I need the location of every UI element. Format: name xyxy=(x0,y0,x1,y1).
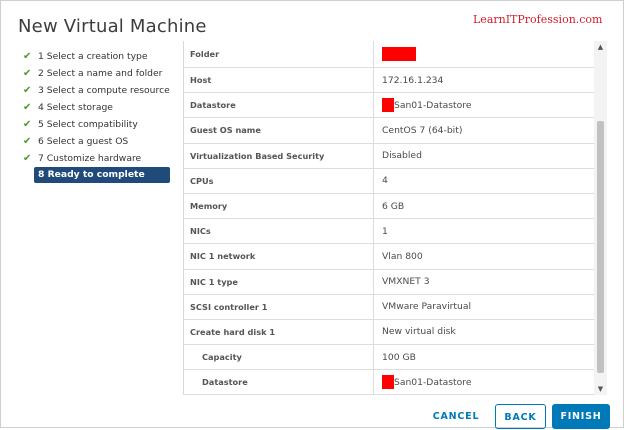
wizard-steps: ✔ 1 Select a creation type ✔ 2 Select a nam… xyxy=(23,48,173,183)
summary-row-value: 6 GB xyxy=(382,200,405,212)
watermark-text: LearnITProfession.com xyxy=(473,13,603,26)
scrollbar[interactable]: ▲ ▼ xyxy=(594,41,607,395)
summary-row-value: San01-Datastore xyxy=(394,99,472,111)
checkmark-icon: ✔ xyxy=(23,85,32,96)
summary-row: Capacity 100 GB xyxy=(184,345,595,371)
summary-row-label: NICs xyxy=(184,219,374,244)
wizard-step-label: 2 Select a name and folder xyxy=(38,68,163,79)
wizard-step-label: 7 Customize hardware xyxy=(38,153,142,164)
summary-row-value: 4 xyxy=(382,175,388,187)
summary-row: Host 172.16.1.234 xyxy=(184,68,595,94)
summary-row-label: Folder xyxy=(184,41,374,67)
summary-row-value-cell: 100 GB xyxy=(376,345,595,369)
wizard-step-label: 6 Select a guest OS xyxy=(38,136,129,147)
wizard-step-4[interactable]: ✔ 4 Select storage xyxy=(23,99,173,116)
summary-row-value: 1 xyxy=(382,225,388,237)
checkmark-icon: ✔ xyxy=(23,102,32,113)
finish-button[interactable]: FINISH xyxy=(552,404,610,429)
summary-row-value-cell: 172.16.1.234 xyxy=(376,68,595,92)
summary-row: SCSI controller 1 VMware Paravirtual xyxy=(184,294,595,320)
summary-row: NICs 1 xyxy=(184,219,595,245)
redaction-block xyxy=(382,47,416,61)
summary-row-label: Guest OS name xyxy=(184,118,374,143)
summary-row-label: Create hard disk 1 xyxy=(184,319,374,345)
wizard-step-5[interactable]: ✔ 5 Select compatibility xyxy=(23,116,173,133)
summary-row: Create hard disk 1 New virtual disk xyxy=(184,319,595,346)
cancel-button[interactable]: CANCEL xyxy=(426,404,486,429)
scroll-down-icon[interactable]: ▼ xyxy=(594,383,607,395)
summary-row-value-cell: Vlan 800 xyxy=(376,244,595,268)
checkmark-icon: ✔ xyxy=(23,153,32,164)
summary-row-value-cell: San01-Datastore xyxy=(376,93,595,117)
summary-row: Datastore San01-Datastore xyxy=(184,370,595,395)
scroll-up-icon[interactable]: ▲ xyxy=(594,41,607,53)
wizard-step-label: 1 Select a creation type xyxy=(38,51,148,62)
summary-row: NIC 1 type VMXNET 3 xyxy=(184,269,595,295)
summary-row: Folder xyxy=(184,41,595,68)
wizard-step-label: 4 Select storage xyxy=(38,102,113,113)
summary-row-label: Capacity xyxy=(184,345,374,370)
summary-row-value-cell: VMXNET 3 xyxy=(376,270,595,294)
summary-row-value-cell: VMware Paravirtual xyxy=(376,295,595,319)
summary-row-value-cell: CentOS 7 (64-bit) xyxy=(376,118,595,142)
new-vm-dialog: New Virtual Machine LearnITProfession.co… xyxy=(0,0,624,429)
wizard-step-6[interactable]: ✔ 6 Select a guest OS xyxy=(23,133,173,150)
wizard-step-8[interactable]: 8 Ready to complete xyxy=(34,167,170,183)
summary-row-label: Host xyxy=(184,68,374,93)
wizard-step-3[interactable]: ✔ 3 Select a compute resource xyxy=(23,82,173,99)
wizard-step-label: 8 Ready to complete xyxy=(38,169,145,180)
summary-row: Memory 6 GB xyxy=(184,193,595,220)
summary-row: Datastore San01-Datastore xyxy=(184,93,595,119)
summary-row-value: CentOS 7 (64-bit) xyxy=(382,124,463,136)
dialog-title: New Virtual Machine xyxy=(18,16,207,37)
scroll-thumb[interactable] xyxy=(597,121,604,373)
summary-row-label: SCSI controller 1 xyxy=(184,294,374,319)
summary-row: NIC 1 network Vlan 800 xyxy=(184,244,595,270)
summary-row-label: NIC 1 network xyxy=(184,244,374,269)
summary-row-label: Memory xyxy=(184,193,374,219)
summary-row-value-cell: Disabled xyxy=(376,144,595,168)
summary-row-value-cell xyxy=(376,41,595,67)
checkmark-icon: ✔ xyxy=(23,119,32,130)
wizard-step-7[interactable]: ✔ 7 Customize hardware xyxy=(23,150,173,167)
summary-row-value: VMware Paravirtual xyxy=(382,301,472,313)
summary-row-label: NIC 1 type xyxy=(184,269,374,294)
summary-row-label: Datastore xyxy=(184,370,374,395)
summary-table: Folder Host 172.16.1.234 Datastore San01-Dat… xyxy=(183,41,596,395)
back-button[interactable]: BACK xyxy=(495,404,546,429)
summary-row-value-cell: San01-Datastore xyxy=(376,370,595,394)
summary-row-label: CPUs xyxy=(184,168,374,193)
summary-row-label: Virtualization Based Security xyxy=(184,143,374,168)
summary-row-value: San01-Datastore xyxy=(394,376,472,388)
wizard-step-1[interactable]: ✔ 1 Select a creation type xyxy=(23,48,173,65)
summary-row-value-cell: 4 xyxy=(376,169,595,193)
wizard-step-label: 3 Select a compute resource xyxy=(38,85,170,96)
summary-row: CPUs 4 xyxy=(184,168,595,194)
summary-row-value: VMXNET 3 xyxy=(382,276,430,288)
wizard-step-2[interactable]: ✔ 2 Select a name and folder xyxy=(23,65,173,82)
summary-row-value: 172.16.1.234 xyxy=(382,74,444,86)
summary-row-value: Vlan 800 xyxy=(382,250,423,262)
summary-row-value-cell: 6 GB xyxy=(376,194,595,218)
wizard-step-label: 5 Select compatibility xyxy=(38,119,138,130)
summary-row-value: 100 GB xyxy=(382,351,416,363)
summary-row: Virtualization Based Security Disabled xyxy=(184,143,595,169)
summary-row-value: Disabled xyxy=(382,150,422,162)
checkmark-icon: ✔ xyxy=(23,68,32,79)
redaction-block xyxy=(382,375,394,390)
checkmark-icon: ✔ xyxy=(23,136,32,147)
summary-row: Guest OS name CentOS 7 (64-bit) xyxy=(184,118,595,144)
summary-row-value: New virtual disk xyxy=(382,326,456,338)
redaction-block xyxy=(382,98,394,113)
checkmark-icon: ✔ xyxy=(23,51,32,62)
summary-row-value-cell: 1 xyxy=(376,219,595,243)
summary-row-value-cell: New virtual disk xyxy=(376,320,595,344)
summary-row-label: Datastore xyxy=(184,93,374,118)
